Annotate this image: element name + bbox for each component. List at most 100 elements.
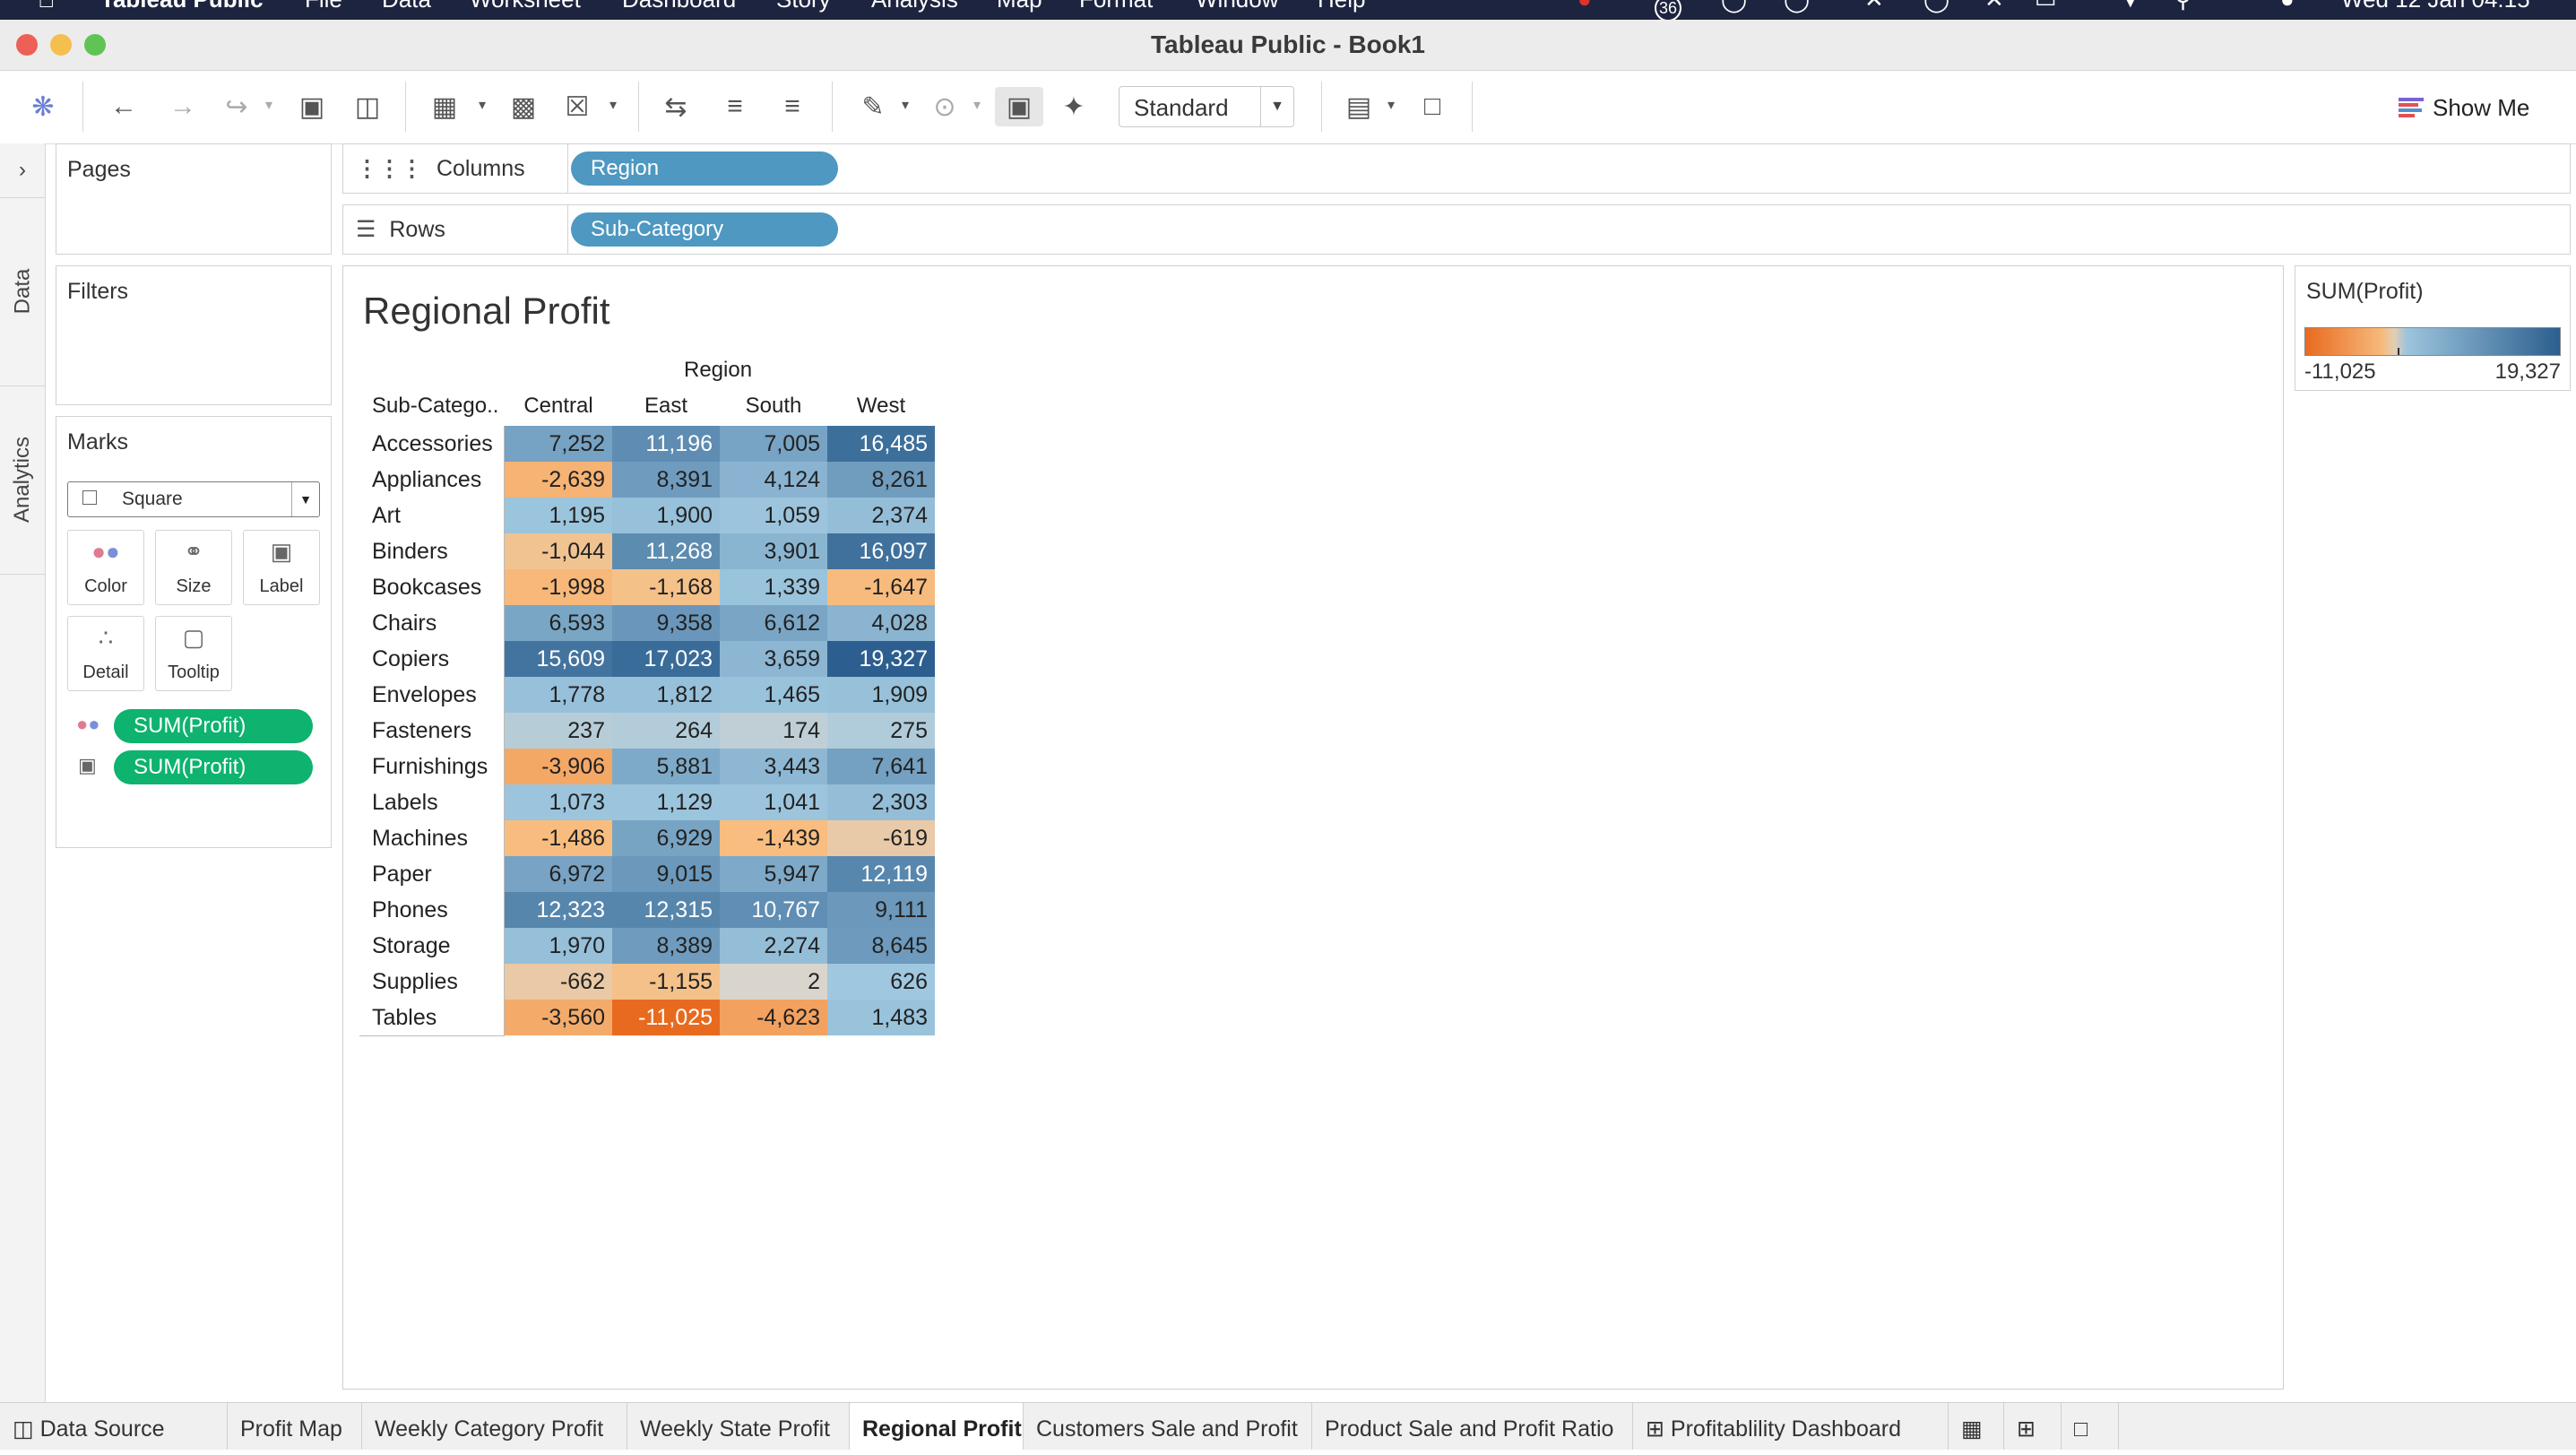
table-cell[interactable]: 1,129	[612, 784, 720, 820]
table-cell[interactable]: 6,612	[720, 605, 827, 641]
label-mark-button[interactable]: ▣ Label	[243, 530, 320, 605]
menu-clock[interactable]: Wed 12 Jan 04:15	[2341, 0, 2530, 13]
fit-view-select[interactable]: Standard ▼	[1119, 86, 1294, 127]
pages-card[interactable]: Pages	[56, 143, 332, 255]
row-header[interactable]: Phones	[372, 892, 448, 928]
menu-file[interactable]: File	[305, 0, 342, 13]
bluetooth-icon[interactable]: ✕	[1984, 0, 2004, 13]
menu-story[interactable]: Story	[776, 0, 831, 13]
table-cell[interactable]: 6,972	[505, 856, 612, 892]
table-cell[interactable]: 9,111	[827, 892, 935, 928]
row-header[interactable]: Art	[372, 498, 401, 533]
highlight-dropdown-icon[interactable]: ▾	[902, 96, 909, 114]
row-header[interactable]: Chairs	[372, 605, 437, 641]
row-header[interactable]: Appliances	[372, 462, 481, 498]
menu-help[interactable]: Help	[1318, 0, 1365, 13]
table-cell[interactable]: 275	[827, 713, 935, 749]
columns-shelf[interactable]: ⋮⋮⋮ Columns Region	[342, 143, 2571, 194]
table-cell[interactable]: 9,015	[612, 856, 720, 892]
table-cell[interactable]: -1,044	[505, 533, 612, 569]
undo-icon[interactable]: ←	[104, 87, 143, 126]
table-cell[interactable]: 2,374	[827, 498, 935, 533]
table-cell[interactable]: 7,252	[505, 426, 612, 462]
table-cell[interactable]: 1,812	[612, 677, 720, 713]
duplicate-sheet-icon[interactable]: ▩	[504, 87, 543, 126]
row-header[interactable]: Paper	[372, 856, 432, 892]
table-cell[interactable]: -662	[505, 964, 612, 1000]
show-me-button[interactable]: Show Me	[2399, 90, 2529, 126]
table-cell[interactable]: 1,195	[505, 498, 612, 533]
table-cell[interactable]: -2,639	[505, 462, 612, 498]
table-cell[interactable]: 2,274	[720, 928, 827, 964]
table-cell[interactable]: 7,641	[827, 749, 935, 784]
table-cell[interactable]: 1,059	[720, 498, 827, 533]
table-cell[interactable]: -619	[827, 820, 935, 856]
column-header[interactable]: West	[827, 394, 935, 419]
mark-type-select[interactable]: Square ▼	[67, 481, 320, 517]
rows-shelf[interactable]: ☰ Rows Sub-Category	[342, 204, 2571, 255]
tab-data-source[interactable]: ◫ Data Source	[0, 1403, 228, 1450]
row-header[interactable]: Supplies	[372, 964, 458, 1000]
table-cell[interactable]: 626	[827, 964, 935, 1000]
tableau-logo-icon[interactable]: ❋	[23, 87, 63, 126]
table-cell[interactable]: 8,645	[827, 928, 935, 964]
show-cards-icon[interactable]: ▤	[1339, 87, 1379, 126]
status-power-icon[interactable]: ◯	[1923, 0, 1949, 13]
row-header[interactable]: Labels	[372, 784, 438, 820]
show-mark-labels-icon[interactable]: ▣	[995, 87, 1043, 126]
status-circle-icon[interactable]: ◯	[1784, 0, 1810, 13]
table-cell[interactable]: 4,124	[720, 462, 827, 498]
table-cell[interactable]: 17,023	[612, 641, 720, 677]
replay-dropdown-icon[interactable]: ▾	[265, 96, 272, 114]
new-worksheet-icon[interactable]: ▦	[425, 87, 464, 126]
size-mark-button[interactable]: ⚭ Size	[155, 530, 232, 605]
tab-customers-sale-and-profit[interactable]: Customers Sale and Profit	[1024, 1403, 1312, 1450]
filters-card[interactable]: Filters	[56, 265, 332, 405]
status-app-icon[interactable]: ●	[1578, 0, 1592, 13]
table-cell[interactable]: 16,485	[827, 426, 935, 462]
worksheet-view[interactable]: Regional Profit Region Sub-Catego.. Cent…	[342, 265, 2284, 1390]
menu-window[interactable]: Window	[1196, 0, 1278, 13]
replay-icon[interactable]: ↪	[217, 87, 256, 126]
group-dropdown-icon[interactable]: ▾	[973, 96, 981, 114]
table-cell[interactable]: 1,900	[612, 498, 720, 533]
table-cell[interactable]: 174	[720, 713, 827, 749]
wifi-icon[interactable]: ▼	[2119, 0, 2142, 13]
table-cell[interactable]: -1,486	[505, 820, 612, 856]
new-data-source-icon[interactable]: ◫	[348, 87, 387, 126]
sub-category-row-pill[interactable]: Sub-Category	[571, 212, 838, 247]
table-cell[interactable]: 1,778	[505, 677, 612, 713]
table-cell[interactable]: 7,005	[720, 426, 827, 462]
table-cell[interactable]: 5,881	[612, 749, 720, 784]
row-header[interactable]: Storage	[372, 928, 451, 964]
table-cell[interactable]: 1,339	[720, 569, 827, 605]
table-cell[interactable]: 1,073	[505, 784, 612, 820]
menu-data[interactable]: Data	[382, 0, 431, 13]
group-members-icon[interactable]: ⊙	[925, 87, 964, 126]
sort-ascending-icon[interactable]: ≡	[715, 87, 755, 126]
redo-icon[interactable]: →	[163, 87, 203, 126]
presentation-mode-icon[interactable]: □	[1413, 87, 1452, 126]
table-cell[interactable]: 4,028	[827, 605, 935, 641]
table-cell[interactable]: 5,947	[720, 856, 827, 892]
color-legend[interactable]: SUM(Profit) -11,025 19,327	[2295, 265, 2571, 391]
table-cell[interactable]: -1,168	[612, 569, 720, 605]
table-cell[interactable]: -11,025	[612, 1000, 720, 1035]
new-worksheet-dropdown-icon[interactable]: ▾	[479, 96, 486, 114]
table-cell[interactable]: 11,196	[612, 426, 720, 462]
table-cell[interactable]: -3,560	[505, 1000, 612, 1035]
table-cell[interactable]: 19,327	[827, 641, 935, 677]
tab-weekly-state-profit[interactable]: Weekly State Profit	[627, 1403, 850, 1450]
table-cell[interactable]: 8,391	[612, 462, 720, 498]
highlight-icon[interactable]: ✎	[853, 87, 893, 126]
color-field-pill[interactable]: SUM(Profit)	[114, 709, 313, 743]
table-cell[interactable]: 10,767	[720, 892, 827, 928]
table-cell[interactable]: 2,303	[827, 784, 935, 820]
table-cell[interactable]: 6,593	[505, 605, 612, 641]
table-cell[interactable]: 15,609	[505, 641, 612, 677]
table-cell[interactable]: -1,998	[505, 569, 612, 605]
table-cell[interactable]: 1,909	[827, 677, 935, 713]
row-header[interactable]: Accessories	[372, 426, 493, 462]
menu-dashboard[interactable]: Dashboard	[622, 0, 736, 13]
show-cards-dropdown-icon[interactable]: ▾	[1387, 96, 1395, 114]
